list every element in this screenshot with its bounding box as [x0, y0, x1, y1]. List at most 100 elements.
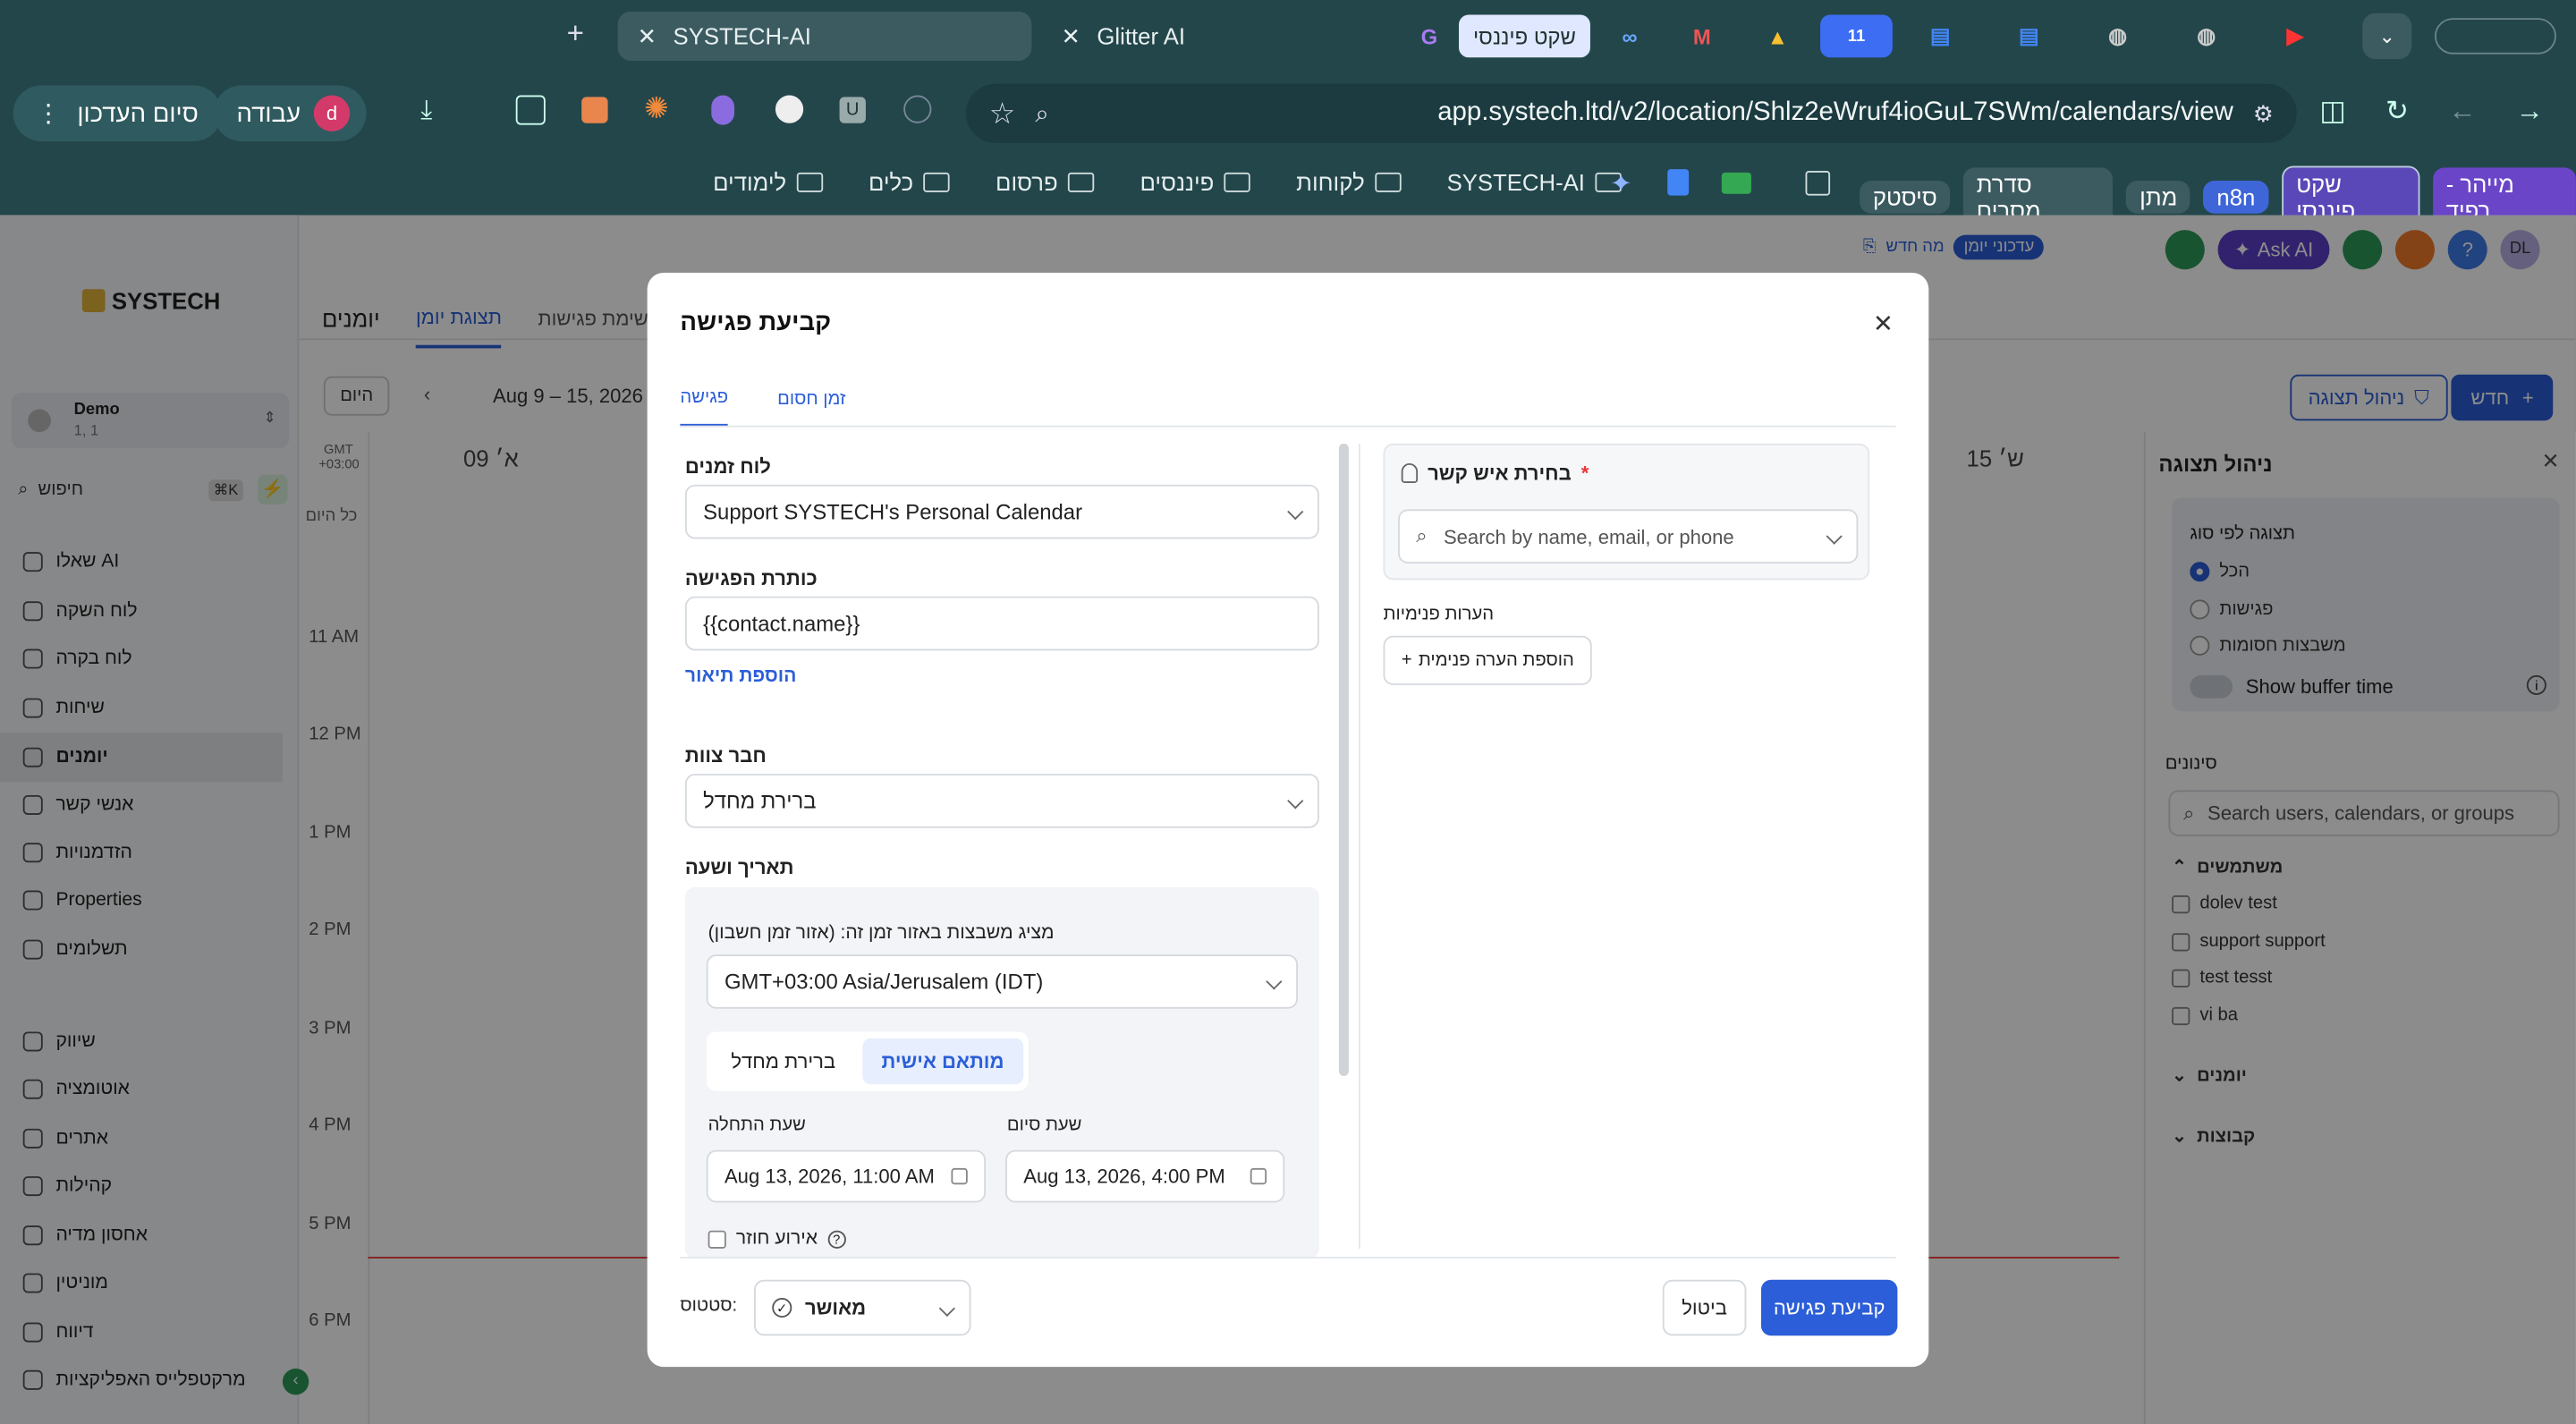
bookmark-folder[interactable]: פרסום [996, 169, 1095, 196]
pinned-chip[interactable]: שקט פיננסי [1458, 14, 1590, 58]
ext-icon-1[interactable] [581, 97, 608, 123]
folder-icon [1067, 172, 1095, 192]
column-divider [1358, 443, 1360, 1249]
book-appointment-button[interactable]: קביעת פגישה [1760, 1279, 1898, 1336]
tab-glitter[interactable]: ✕ Glitter AI [1041, 12, 1369, 61]
docs-icon-2[interactable]: ▤ [1987, 15, 2070, 58]
calendar-label: לוח זמנים [684, 454, 771, 479]
check-circle-icon: ✓ [772, 1297, 792, 1318]
team-member-value: ברירת מחדל [703, 788, 817, 814]
end-time-value: Aug 13, 2026, 4:00 PM [1023, 1165, 1225, 1188]
contact-label-row: בחירת איש קשר * [1401, 462, 1589, 485]
modal-tabs: פגישה זמן חסום [680, 387, 846, 428]
profile-button[interactable]: עבודה d [213, 85, 367, 141]
chevron-down-icon [1266, 973, 1283, 990]
edit-end-button[interactable]: ⋮ סיום העדכון [13, 85, 222, 141]
folder-icon [923, 172, 950, 192]
calendar-value: Support SYSTECH's Personal Calendar [703, 499, 1083, 524]
window-controls[interactable] [2434, 18, 2556, 55]
tab-blocked-time[interactable]: זמן חסום [777, 389, 845, 425]
status-label: סטטוס: [680, 1296, 738, 1317]
globe-icon-2[interactable]: ◍ [2165, 15, 2248, 58]
docs-icon[interactable]: ▤ [1899, 15, 1981, 58]
time-mode-toggle: ברירת מחדל מותאם אישית [706, 1031, 1030, 1091]
chevron-down-icon [1287, 793, 1304, 809]
forward-icon[interactable]: ← [2448, 96, 2476, 129]
ext-icon-5[interactable]: U [839, 97, 866, 123]
tab-label: SYSTECH-AI [673, 22, 811, 50]
globe-icon[interactable]: ◍ [2077, 15, 2159, 58]
back-icon[interactable]: → [2516, 96, 2544, 129]
bookmark-chip[interactable]: n8n [2203, 181, 2268, 214]
nav-buttons: ◫ ↻ ← → [2319, 96, 2543, 129]
meta-icon[interactable]: ∞ [1597, 15, 1662, 58]
gemini-icon[interactable]: ✦ [1610, 167, 1632, 200]
datetime-box: מציג משבצות באזור זמן זה: (אזור זמן חשבו… [684, 886, 1319, 1259]
bookmark-star-icon[interactable]: ☆ [989, 96, 1016, 131]
scrollbar[interactable] [1338, 443, 1349, 1077]
download-icon[interactable]: ⤓ [420, 97, 432, 126]
zoom-icon[interactable]: ⌕ [1035, 99, 1048, 127]
new-tab-icon[interactable]: + [567, 16, 584, 51]
bookmark-chip[interactable]: סיסטק [1860, 181, 1951, 214]
calendar-select[interactable]: Support SYSTECH's Personal Calendar [684, 484, 1319, 539]
timezone-note: מציג משבצות באזור זמן זה: (אזור זמן חשבו… [708, 923, 1055, 944]
ext-icon-2[interactable]: ✺ [644, 92, 669, 127]
team-member-select[interactable]: ברירת מחדל [684, 774, 1319, 828]
bookmark-folder[interactable]: פיננסים [1140, 169, 1250, 196]
contact-placeholder: Search by name, email, or phone [1443, 524, 1734, 548]
bookmark-label: כלים [868, 169, 914, 196]
drive-icon[interactable]: ▲ [1741, 15, 1814, 58]
folder-icon [1374, 172, 1402, 192]
sheets-bookmark-icon[interactable] [1721, 172, 1751, 194]
cancel-button[interactable]: ביטול [1662, 1279, 1747, 1336]
timezone-select[interactable]: GMT+03:00 Asia/Jerusalem (IDT) [706, 954, 1298, 1009]
site-settings-icon[interactable]: ⚙ [2253, 99, 2274, 127]
bookmark-label: לימודים [713, 169, 787, 196]
omnibox[interactable]: ☆ ⌕ app.systech.ltd/v2/location/Shlz2eWr… [965, 83, 2297, 143]
mode-default[interactable]: ברירת מחדל [711, 1038, 855, 1084]
mode-custom[interactable]: מותאם אישית [861, 1038, 1024, 1085]
tab-systech[interactable]: ✕ SYSTECH-AI [617, 11, 1032, 61]
meeting-title-input[interactable]: {{contact.name}} [684, 596, 1319, 651]
pinned-tabs: G שקט פיננסי ∞ M ▲ 11 ▤ ▤ ◍ ◍ ▶ [1406, 14, 2336, 58]
reload-icon[interactable]: ↻ [2385, 96, 2409, 129]
search-icon: ⌕ [1416, 523, 1428, 547]
close-icon[interactable]: ✕ [1873, 309, 1894, 338]
tab-appointment[interactable]: פגישה [680, 387, 729, 428]
help-icon[interactable]: ? [827, 1229, 846, 1248]
tab-search-icon[interactable]: ⌄ [2362, 13, 2412, 60]
bookmark-folder[interactable]: כלים [868, 169, 950, 196]
ext-icon-6[interactable] [903, 95, 932, 123]
ext-icon-4[interactable] [775, 95, 804, 123]
bookmark-label: פיננסים [1140, 169, 1215, 196]
divider [680, 1257, 1896, 1259]
calendar-icon[interactable]: 11 [1820, 14, 1893, 58]
bookmark-folder[interactable]: לקוחות [1296, 169, 1402, 196]
person-icon [1401, 462, 1419, 483]
meeting-title-value: {{contact.name}} [703, 611, 860, 636]
extensions-icon[interactable] [515, 95, 546, 125]
recurring-checkbox[interactable]: אירוע חוזר? [708, 1229, 846, 1249]
split-view-icon[interactable]: ◫ [2319, 96, 2346, 129]
apps-grid-icon[interactable] [1805, 171, 1831, 196]
start-time-input[interactable]: Aug 13, 2026, 11:00 AM [706, 1149, 987, 1203]
g-icon[interactable]: G [1406, 15, 1452, 58]
status-select[interactable]: ✓ מאושר [754, 1279, 971, 1336]
close-tab-icon[interactable]: ✕ [638, 22, 657, 50]
gmail-icon[interactable]: M [1669, 15, 1734, 58]
url-text[interactable]: app.systech.ltd/v2/location/Shlz2eWruf4i… [1069, 98, 2233, 128]
contact-search-input[interactable]: ⌕ Search by name, email, or phone [1398, 509, 1859, 564]
add-internal-note-button[interactable]: + הוספת הערה פנימית [1383, 635, 1592, 685]
add-description-link[interactable]: הוספת תיאור [685, 667, 796, 687]
chevron-down-icon [1287, 504, 1304, 521]
bookmark-folder[interactable]: לימודים [713, 169, 823, 196]
bookmark-folder[interactable]: SYSTECH-AI [1447, 169, 1622, 196]
close-tab-icon[interactable]: ✕ [1062, 22, 1081, 50]
youtube-icon[interactable]: ▶ [2254, 15, 2336, 58]
docs-bookmark-icon[interactable] [1667, 169, 1690, 196]
end-time-input[interactable]: Aug 13, 2026, 4:00 PM [1005, 1149, 1285, 1203]
profile-label: עבודה [236, 99, 301, 128]
bookmark-chip[interactable]: מתן [2126, 181, 2191, 214]
ext-icon-3[interactable] [711, 95, 735, 125]
